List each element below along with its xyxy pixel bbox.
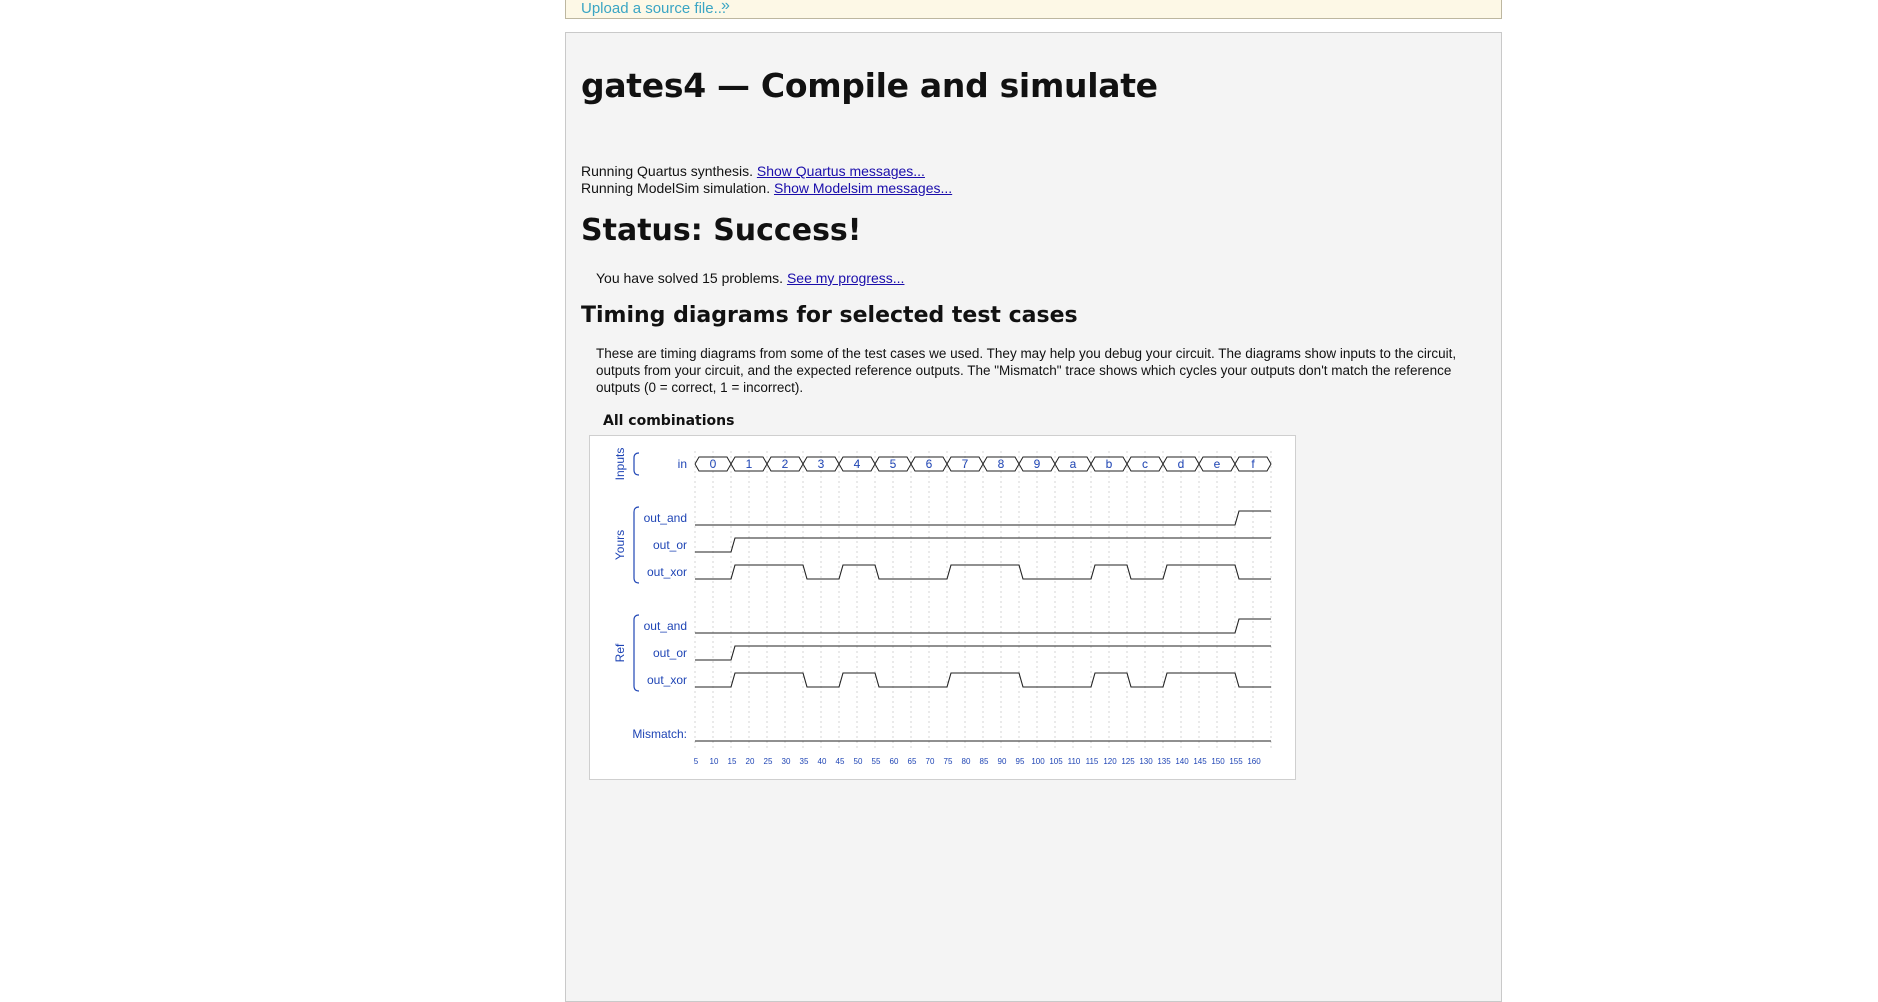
time-tick-label: 100 bbox=[1031, 757, 1045, 766]
time-tick-label: 125 bbox=[1121, 757, 1135, 766]
signal-label-mismatch: Mismatch: bbox=[632, 727, 687, 741]
time-tick-label: 115 bbox=[1086, 757, 1099, 766]
status-heading: Status: Success! bbox=[581, 213, 862, 248]
time-tick-label: 25 bbox=[764, 757, 773, 766]
time-tick-label: 105 bbox=[1049, 757, 1063, 766]
bus-value-label: 1 bbox=[746, 457, 753, 471]
timing-description: These are timing diagrams from some of t… bbox=[596, 346, 1457, 395]
group-ref-label: Ref bbox=[613, 643, 627, 662]
bus-value-label: 5 bbox=[890, 457, 897, 471]
time-tick-label: 70 bbox=[926, 757, 935, 766]
signal-label-yours-out_and: out_and bbox=[644, 511, 687, 525]
time-tick-label: 55 bbox=[872, 757, 881, 766]
signal-label-ref-out_and: out_and bbox=[644, 619, 687, 633]
time-tick-label: 90 bbox=[998, 757, 1007, 766]
group-yours-bracket bbox=[633, 506, 640, 584]
time-tick-label: 40 bbox=[818, 757, 827, 766]
time-tick-label: 95 bbox=[1016, 757, 1025, 766]
bus-value-label: e bbox=[1214, 457, 1221, 471]
ref-out_xor-trace bbox=[695, 672, 1271, 688]
time-tick-label: 130 bbox=[1139, 757, 1153, 766]
group-inputs-bracket bbox=[633, 452, 640, 476]
main-panel: gates4 — Compile and simulate Running Qu… bbox=[565, 32, 1502, 1002]
bus-value-label: 6 bbox=[926, 457, 933, 471]
time-tick-label: 120 bbox=[1103, 757, 1117, 766]
bus-value-label: 4 bbox=[854, 457, 861, 471]
group-ref-bracket bbox=[633, 614, 640, 692]
show-quartus-messages-link[interactable]: Show Quartus messages... bbox=[757, 163, 925, 179]
time-tick-label: 80 bbox=[962, 757, 971, 766]
signal-label-yours-out_or: out_or bbox=[653, 538, 687, 552]
time-tick-label: 50 bbox=[854, 757, 863, 766]
time-tick-label: 135 bbox=[1157, 757, 1171, 766]
solved-line: You have solved 15 problems. See my prog… bbox=[596, 270, 904, 286]
simulation-text: Running ModelSim simulation. bbox=[581, 180, 771, 196]
synthesis-text: Running Quartus synthesis. bbox=[581, 163, 753, 179]
time-tick-label: 15 bbox=[728, 757, 737, 766]
group-yours-label: Yours bbox=[613, 530, 627, 560]
time-tick-label: 60 bbox=[890, 757, 899, 766]
signal-label-in: in bbox=[678, 457, 687, 471]
bus-value-label: f bbox=[1251, 457, 1255, 471]
simulation-line: Running ModelSim simulation. Show Models… bbox=[581, 180, 952, 196]
time-tick-label: 85 bbox=[980, 757, 989, 766]
upload-bar: Upload a source file... » bbox=[565, 0, 1502, 19]
bus-value-label: 8 bbox=[998, 457, 1005, 471]
show-modelsim-messages-link[interactable]: Show Modelsim messages... bbox=[774, 180, 952, 196]
bus-value-label: b bbox=[1106, 457, 1113, 471]
time-tick-label: 160 bbox=[1247, 757, 1261, 766]
signal-label-yours-out_xor: out_xor bbox=[647, 565, 687, 579]
signal-label-ref-out_xor: out_xor bbox=[647, 673, 687, 687]
group-inputs-label: Inputs bbox=[613, 448, 627, 481]
timing-diagram-svg: 0 1 2 3 4 5 6 7 8 9 a b c d e finout_andout_orout_xorou… bbox=[613, 448, 1272, 766]
time-tick-label: 5 bbox=[694, 757, 699, 766]
bus-value-label: 3 bbox=[818, 457, 825, 471]
bus-value-label: d bbox=[1178, 457, 1185, 471]
yours-out_or-trace bbox=[695, 537, 1271, 553]
time-tick-label: 75 bbox=[944, 757, 953, 766]
synthesis-line: Running Quartus synthesis. Show Quartus … bbox=[581, 163, 925, 179]
time-tick-label: 140 bbox=[1175, 757, 1189, 766]
timing-diagram: 0 1 2 3 4 5 6 7 8 9 a b c d e f in out_and out_or out_xor ou… bbox=[589, 435, 1296, 780]
upload-source-link[interactable]: Upload a source file... bbox=[581, 0, 726, 17]
bus-value-label: a bbox=[1070, 457, 1077, 471]
bus-value-label: 0 bbox=[710, 457, 717, 471]
time-tick-label: 145 bbox=[1193, 757, 1207, 766]
time-tick-label: 35 bbox=[800, 757, 809, 766]
bus-value-label: 7 bbox=[962, 457, 969, 471]
signal-label-ref-out_or: out_or bbox=[653, 646, 687, 660]
bus-value-label: 9 bbox=[1034, 457, 1041, 471]
time-tick-label: 65 bbox=[908, 757, 917, 766]
time-tick-label: 150 bbox=[1211, 757, 1225, 766]
time-tick-label: 155 bbox=[1229, 757, 1243, 766]
timing-heading: Timing diagrams for selected test cases bbox=[581, 303, 1078, 328]
solved-text: You have solved 15 problems. bbox=[596, 270, 784, 286]
diagram-caption: All combinations bbox=[603, 413, 735, 429]
time-tick-label: 110 bbox=[1068, 757, 1081, 766]
time-tick-label: 45 bbox=[836, 757, 845, 766]
bus-value-label: 2 bbox=[782, 457, 789, 471]
time-tick-label: 30 bbox=[782, 757, 791, 766]
time-tick-label: 20 bbox=[746, 757, 755, 766]
see-progress-link[interactable]: See my progress... bbox=[787, 270, 905, 286]
double-chevron-down-icon[interactable]: » bbox=[721, 0, 730, 15]
bus-value-label: c bbox=[1142, 457, 1148, 471]
page-title: gates4 — Compile and simulate bbox=[581, 66, 1158, 105]
time-tick-label: 10 bbox=[710, 757, 719, 766]
